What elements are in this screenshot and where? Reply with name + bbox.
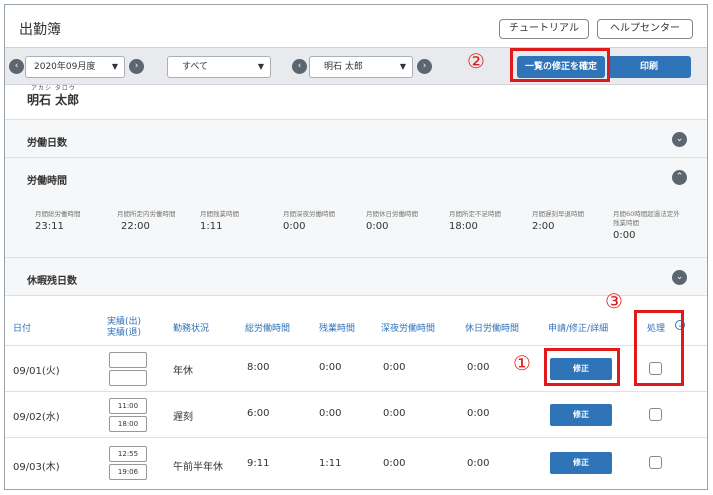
stat-night-hours: 月間深夜労働時間 0:00: [283, 210, 353, 232]
stat-holiday-hours: 月間休日労働時間 0:00: [366, 210, 436, 232]
employee-name: 明石 太郎: [27, 93, 80, 107]
app-frame: 出勤簿 チュートリアル ヘルプセンター ‹ 2020年09月度 ▼ › すべて …: [4, 4, 708, 490]
divider: [5, 295, 707, 296]
stat-value: 23:11: [35, 221, 64, 232]
annotation-box-process: [634, 310, 684, 386]
cell-status: 午前半年休: [173, 462, 223, 473]
cell-total: 8:00: [247, 362, 270, 373]
stat-late-early-hours: 月間遅刻早退時間 2:00: [532, 210, 602, 232]
cell-date: 09/01(火): [13, 366, 60, 377]
stat-value: 2:00: [532, 221, 555, 232]
fix-button[interactable]: 修正: [550, 404, 612, 426]
stat-label: 月間所定内労働時間: [117, 210, 176, 218]
cell-total: 6:00: [247, 408, 270, 419]
filter-select[interactable]: すべて ▼: [167, 56, 271, 78]
col-header-overtime: 残業時間: [319, 324, 356, 334]
chevron-up-icon[interactable]: ⌃: [672, 170, 687, 185]
stat-label: 月間60時間超過法定外残業時間: [613, 210, 680, 227]
cell-overtime: 0:00: [319, 362, 342, 373]
col-header-total: 総労働時間: [245, 324, 291, 334]
cell-night: 0:00: [383, 458, 406, 469]
stat-value: 22:00: [121, 221, 150, 232]
chevron-down-icon[interactable]: ⌄: [672, 132, 687, 147]
col-header-status: 勤務状況: [173, 324, 210, 334]
stat-value: 18:00: [449, 221, 478, 232]
prev-person-icon[interactable]: ‹: [292, 59, 307, 74]
print-button[interactable]: 印刷: [607, 56, 691, 78]
stat-value: 1:11: [200, 221, 223, 232]
stat-scheduled-hours: 月間所定内労働時間 22:00: [117, 210, 187, 232]
month-select-value: 2020年09月度: [34, 62, 96, 72]
person-select-value: 明石 太郎: [324, 62, 363, 72]
actual-in-field[interactable]: [109, 352, 147, 368]
fix-button[interactable]: 修正: [550, 452, 612, 474]
cell-holiday: 0:00: [467, 362, 490, 373]
col-header-date: 日付: [13, 324, 32, 334]
stat-total-hours: 月間総労働時間 23:11: [35, 210, 115, 232]
prev-month-icon[interactable]: ‹: [9, 59, 24, 74]
actual-in-field[interactable]: 11:00: [109, 398, 147, 414]
process-checkbox[interactable]: [649, 456, 662, 469]
chevron-down-icon: ▼: [257, 62, 264, 71]
stat-shortfall-hours: 月間所定不足時間 18:00: [449, 210, 519, 232]
header: 出勤簿 チュートリアル ヘルプセンター: [5, 5, 707, 47]
cell-total: 9:11: [247, 458, 270, 469]
actual-out-field[interactable]: 18:00: [109, 416, 147, 432]
cell-status: 年休: [173, 366, 193, 377]
actual-in-field[interactable]: 12:55: [109, 446, 147, 462]
next-person-icon[interactable]: ›: [417, 59, 432, 74]
section-work-hours: 労働時間 ⌃ 月間総労働時間 23:11 月間所定内労働時間 22:00 月間残…: [5, 157, 707, 257]
annotation-number-3: ③: [605, 289, 623, 313]
actual-out-field[interactable]: 19:06: [109, 464, 147, 480]
section-title: 労働時間: [27, 176, 67, 187]
stat-label: 月間総労働時間: [35, 210, 81, 218]
cell-overtime: 0:00: [319, 408, 342, 419]
cell-holiday: 0:00: [467, 408, 490, 419]
stat-value: 0:00: [283, 221, 306, 232]
process-checkbox[interactable]: [649, 408, 662, 421]
help-center-button[interactable]: ヘルプセンター: [597, 19, 693, 39]
stat-label: 月間所定不足時間: [449, 210, 501, 218]
stat-label: 月間遅刻早退時間: [532, 210, 584, 218]
col-header-night: 深夜労働時間: [381, 324, 436, 334]
actual-out-field[interactable]: [109, 370, 147, 386]
chevron-down-icon[interactable]: ⌄: [672, 270, 687, 285]
filter-select-value: すべて: [182, 62, 209, 72]
person-select[interactable]: 明石 太郎 ▼: [309, 56, 413, 78]
chevron-down-icon: ▼: [399, 62, 406, 71]
month-select[interactable]: 2020年09月度 ▼: [25, 56, 125, 78]
table-row: 09/02(水) 11:00 18:00 遅刻 6:00 0:00 0:00 0…: [5, 391, 707, 437]
annotation-box-fix: [544, 348, 620, 386]
section-work-days[interactable]: 労働日数 ⌄: [5, 119, 707, 157]
stat-label: 月間深夜労働時間: [283, 210, 335, 218]
cell-night: 0:00: [383, 362, 406, 373]
cell-holiday: 0:00: [467, 458, 490, 469]
page-title: 出勤簿: [19, 22, 61, 38]
cell-overtime: 1:11: [319, 458, 342, 469]
col-header-request: 申請/修正/詳細: [548, 324, 609, 334]
stat-overtime: 月間残業時間 1:11: [200, 210, 280, 232]
table-row: 09/03(木) 12:55 19:06 午前半年休 9:11 1:11 0:0…: [5, 437, 707, 489]
stat-value: 0:00: [613, 230, 636, 241]
annotation-number-1: ①: [513, 351, 531, 375]
section-title: 労働日数: [27, 138, 67, 149]
tutorial-button[interactable]: チュートリアル: [499, 19, 589, 39]
cell-night: 0:00: [383, 408, 406, 419]
annotation-number-2: ②: [467, 49, 485, 73]
stat-value: 0:00: [366, 221, 389, 232]
section-title: 休暇残日数: [27, 276, 77, 287]
col-header-holiday: 休日労働時間: [465, 324, 520, 334]
cell-date: 09/02(水): [13, 412, 60, 423]
cell-date: 09/03(木): [13, 462, 60, 473]
cell-status: 遅刻: [173, 412, 193, 423]
stat-label: 月間残業時間: [200, 210, 239, 218]
annotation-box-confirm: [510, 48, 610, 82]
stat-label: 月間休日労働時間: [366, 210, 418, 218]
section-leave-days[interactable]: 休暇残日数 ⌄: [5, 257, 707, 295]
stat-60h-overtime: 月間60時間超過法定外残業時間 0:00: [613, 210, 683, 241]
chevron-down-icon: ▼: [111, 62, 118, 71]
col-header-actual-out: 実績(退): [107, 328, 142, 338]
next-month-icon[interactable]: ›: [129, 59, 144, 74]
